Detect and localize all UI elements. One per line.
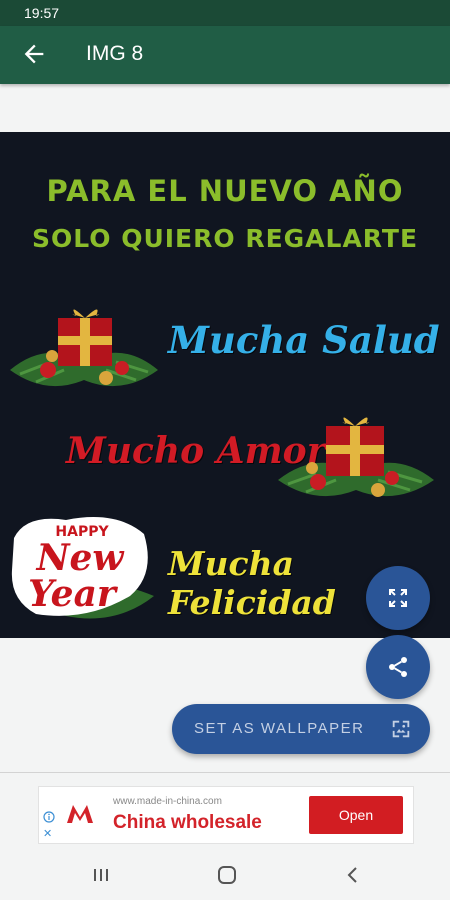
wallpaper-icon [392,720,410,738]
status-time: 19:57 [24,5,60,21]
ad-close-icon[interactable]: ✕ [43,827,52,840]
recents-icon[interactable] [90,864,112,886]
ad-open-button[interactable]: Open [309,796,403,834]
gift-decoration [278,417,434,497]
ad-url: www.made-in-china.com [113,796,222,807]
fullscreen-button[interactable] [366,566,430,630]
ad-headline: China wholesale [113,812,262,833]
ad-info-icon[interactable] [43,811,55,823]
fullscreen-icon [389,589,407,607]
happy-new-year-badge: HAPPY New Year [11,517,154,619]
share-icon [389,657,407,677]
wish-salud: Mucha Salud [168,318,440,362]
gift-decoration [10,309,158,387]
content-divider [0,772,450,773]
page-title: IMG 8 [86,42,144,65]
back-icon[interactable] [342,864,364,886]
set-as-wallpaper-button[interactable]: SET AS WALLPAPER [172,704,430,754]
ad-banner[interactable]: ✕ www.made-in-china.com China wholesale … [38,786,414,844]
image-headline-2: SOLO QUIERO REGALARTE [31,224,419,253]
badge-year: Year [28,573,119,615]
status-bar: 19:57 [0,0,450,26]
arrow-back-icon[interactable] [20,40,48,68]
share-button[interactable] [366,635,430,699]
made-in-china-logo [67,805,93,823]
set-as-wallpaper-label: SET AS WALLPAPER [194,720,365,737]
home-icon[interactable] [216,864,238,886]
image-headline-1: PARA EL NUEVO AÑO [46,174,404,208]
app-bar: IMG 8 [0,26,450,84]
wallpaper-preview-image: PARA EL NUEVO AÑO SOLO QUIERO REGALARTE … [0,132,450,638]
system-nav-bar [0,850,450,900]
